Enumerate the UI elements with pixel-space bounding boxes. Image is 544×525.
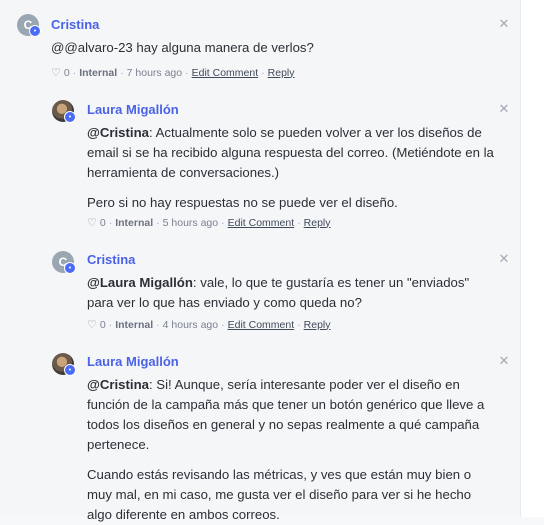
- heart-icon[interactable]: ♡: [87, 216, 97, 229]
- comment-body: @@alvaro-23 hay alguna manera de verlos?: [51, 38, 501, 58]
- timestamp: 4 hours ago: [162, 318, 219, 331]
- comment-author[interactable]: Cristina: [51, 17, 99, 32]
- like-count: 0: [99, 216, 106, 229]
- timestamp: 5 hours ago: [162, 216, 219, 229]
- comment: • Laura Migallón ✕ @Cristina: Actualment…: [0, 90, 520, 240]
- divider: [520, 0, 521, 517]
- like-count: 0: [63, 66, 70, 79]
- close-icon[interactable]: ✕: [497, 101, 511, 116]
- reply-link[interactable]: Reply: [304, 319, 331, 331]
- separator: ·: [108, 216, 113, 229]
- comment-paragraph: Cuando estás revisando las métricas, y v…: [87, 465, 497, 525]
- reply-link[interactable]: Reply: [304, 217, 331, 229]
- edit-comment-link[interactable]: Edit Comment: [192, 67, 259, 79]
- like-count: 0: [99, 318, 106, 331]
- comment-text: Cuando estás revisando las métricas, y v…: [87, 467, 472, 522]
- user-badge-icon: •: [64, 364, 76, 376]
- separator: ·: [185, 66, 189, 79]
- comment-body: @Laura Migallón: vale, lo que te gustarí…: [87, 273, 497, 313]
- heart-icon[interactable]: ♡: [51, 66, 61, 79]
- separator: ·: [221, 216, 225, 229]
- close-icon[interactable]: ✕: [497, 353, 511, 368]
- comment-author[interactable]: Laura Migallón: [87, 354, 179, 369]
- user-badge-icon: •: [29, 25, 41, 37]
- comment-meta: ♡ 0 · Internal · 7 hours ago · Edit Comm…: [51, 66, 295, 80]
- separator: ·: [108, 318, 113, 331]
- user-badge-icon: •: [64, 111, 76, 123]
- comment-body: @Cristina: Actualmente solo se pueden vo…: [87, 123, 497, 213]
- comment: C • Cristina ✕ @@alvaro-23 hay alguna ma…: [0, 0, 520, 90]
- reply-link[interactable]: Reply: [268, 67, 295, 79]
- visibility-label: Internal: [79, 66, 118, 79]
- separator: ·: [297, 318, 301, 331]
- edit-comment-link[interactable]: Edit Comment: [228, 319, 295, 331]
- comment-author[interactable]: Cristina: [87, 252, 135, 267]
- separator: ·: [120, 66, 124, 79]
- comment-text: @@alvaro-23 hay alguna manera de verlos?: [51, 40, 314, 55]
- comment-text: Pero si no hay respuestas no se puede ve…: [87, 195, 398, 210]
- separator: ·: [156, 216, 160, 229]
- separator: ·: [221, 318, 225, 331]
- comment: • Laura Migallón ✕ @Cristina: Si! Aunque…: [0, 344, 520, 522]
- mention[interactable]: @Cristina: [87, 377, 149, 392]
- separator: ·: [72, 66, 77, 79]
- visibility-label: Internal: [115, 318, 154, 331]
- comments-panel: C • Cristina ✕ @@alvaro-23 hay alguna ma…: [0, 0, 520, 522]
- separator: ·: [297, 216, 301, 229]
- close-icon[interactable]: ✕: [497, 16, 511, 31]
- comment-text: : Actualmente solo se pueden volver a ve…: [87, 125, 494, 180]
- right-margin: [520, 0, 544, 517]
- heart-icon[interactable]: ♡: [87, 318, 97, 331]
- edit-comment-link[interactable]: Edit Comment: [228, 217, 295, 229]
- close-icon[interactable]: ✕: [497, 251, 511, 266]
- timestamp: 7 hours ago: [126, 66, 183, 79]
- comment-author[interactable]: Laura Migallón: [87, 102, 179, 117]
- comment: C • Cristina ✕ @Laura Migallón: vale, lo…: [0, 240, 520, 344]
- mention[interactable]: @Cristina: [87, 125, 149, 140]
- user-badge-icon: •: [64, 262, 76, 274]
- comment-paragraph: Pero si no hay respuestas no se puede ve…: [87, 193, 497, 213]
- comment-body: @Cristina: Si! Aunque, sería interesante…: [87, 375, 497, 525]
- comment-meta: ♡ 0 · Internal · 4 hours ago · Edit Comm…: [87, 318, 331, 332]
- comment-paragraph: @Cristina: Si! Aunque, sería interesante…: [87, 375, 497, 455]
- comment-paragraph: @Cristina: Actualmente solo se pueden vo…: [87, 123, 497, 183]
- separator: ·: [261, 66, 265, 79]
- comment-meta: ♡ 0 · Internal · 5 hours ago · Edit Comm…: [87, 216, 331, 230]
- mention[interactable]: @Laura Migallón: [87, 275, 193, 290]
- visibility-label: Internal: [115, 216, 154, 229]
- separator: ·: [156, 318, 160, 331]
